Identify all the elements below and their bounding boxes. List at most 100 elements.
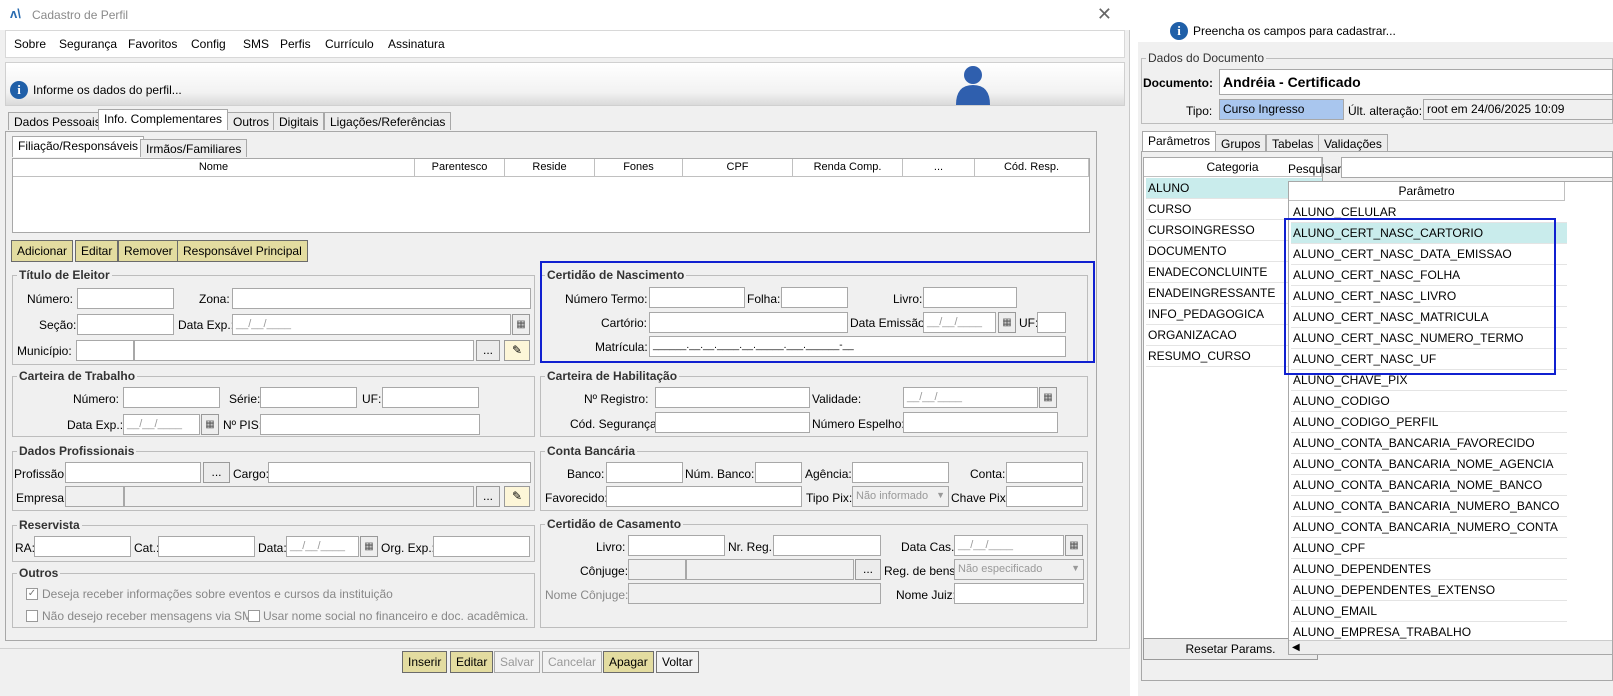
cargo-input[interactable] (268, 462, 531, 483)
tipo-pix-select[interactable]: Não informado ▼ (852, 486, 949, 507)
conta-input[interactable] (1006, 462, 1083, 483)
municipio-search-button[interactable]: ... (476, 340, 500, 361)
responsaveis-grid[interactable]: Nome Parentesco Reside Fones CPF Renda C… (12, 158, 1090, 233)
param-item[interactable]: ALUNO_CONTA_BANCARIA_NUMERO_BANCO (1291, 496, 1567, 517)
calendar-icon[interactable]: ▦ (1039, 387, 1057, 408)
tab-ligacoes[interactable]: Ligações/Referências (324, 112, 452, 130)
param-item[interactable]: ALUNO_DEPENDENTES_EXTENSO (1291, 580, 1567, 601)
ct-pis-input[interactable] (260, 414, 480, 435)
nome-conjuge-input[interactable] (628, 583, 881, 604)
cancelar-button[interactable]: Cancelar (542, 651, 603, 673)
param-item[interactable]: ALUNO_EMAIL (1291, 601, 1567, 622)
validade-input[interactable]: __/__/____ (903, 387, 1038, 408)
ct-data-exp-input[interactable]: __/__/____ (123, 414, 200, 435)
nome-social-checkbox[interactable] (248, 610, 260, 622)
reservista-data-input[interactable]: __/__/____ (286, 536, 359, 557)
titulo-secao-input[interactable] (77, 314, 174, 335)
conjuge-name-input[interactable] (686, 559, 854, 580)
edit-pencil-icon[interactable]: ✎ (504, 486, 530, 507)
org-exp-input[interactable] (433, 536, 530, 557)
menu-sobre[interactable]: Sobre (14, 37, 46, 51)
tab-dados-pessoais[interactable]: Dados Pessoais (8, 112, 107, 130)
profissao-search-button[interactable]: ... (203, 462, 230, 483)
ra-input[interactable] (34, 536, 131, 557)
espelho-input[interactable] (903, 412, 1058, 433)
conjuge-search-button[interactable]: ... (855, 559, 881, 580)
profissao-input[interactable] (65, 462, 201, 483)
titulo-zona-input[interactable] (232, 288, 531, 309)
col-parentesco[interactable]: Parentesco (415, 159, 505, 177)
cat-input[interactable] (158, 536, 255, 557)
tab-outros[interactable]: Outros (227, 112, 276, 130)
apagar-button[interactable]: Apagar (603, 651, 654, 673)
param-item[interactable]: ALUNO_CODIGO (1291, 391, 1567, 412)
empresa-name-input[interactable] (124, 486, 474, 507)
param-item[interactable]: ALUNO_CONTA_BANCARIA_NOME_AGENCIA (1291, 454, 1567, 475)
subtab-irmaos[interactable]: Irmãos/Familiares (140, 139, 248, 157)
tab-parametros[interactable]: Parâmetros (1142, 131, 1217, 152)
menu-config[interactable]: Config (191, 37, 226, 51)
param-item[interactable]: ALUNO_DEPENDENTES (1291, 559, 1567, 580)
editar-button[interactable]: Editar (450, 651, 494, 673)
reg-bens-select[interactable]: Não especificado ▼ (954, 559, 1084, 580)
menu-curriculo[interactable]: Currículo (325, 37, 374, 51)
col-renda[interactable]: Renda Comp. (793, 159, 903, 177)
subtab-filiacao[interactable]: Filiação/Responsáveis (12, 136, 145, 157)
titulo-numero-input[interactable] (77, 288, 174, 309)
edit-pencil-icon[interactable]: ✎ (504, 340, 530, 361)
adicionar-button[interactable]: Adicionar (11, 240, 74, 262)
param-item[interactable]: ALUNO_CPF (1291, 538, 1567, 559)
col-fones[interactable]: Fones (595, 159, 683, 177)
calendar-icon[interactable]: ▦ (1065, 535, 1083, 556)
col-nome[interactable]: Nome (13, 159, 415, 177)
tab-validacoes[interactable]: Validações (1318, 134, 1388, 152)
documento-input[interactable]: Andréia - Certificado (1219, 69, 1613, 95)
municipio-name-input[interactable] (134, 340, 474, 361)
menu-sms[interactable]: SMS (243, 37, 269, 51)
registro-input[interactable] (655, 387, 810, 408)
empresa-search-button[interactable]: ... (476, 486, 500, 507)
param-item[interactable]: ALUNO_CONTA_BANCARIA_NUMERO_CONTA (1291, 517, 1567, 538)
param-item[interactable]: ALUNO_CODIGO_PERFIL (1291, 412, 1567, 433)
scroll-left-icon[interactable]: ◀ (1292, 642, 1300, 653)
salvar-button[interactable]: Salvar (494, 651, 541, 673)
cod-seg-input[interactable] (655, 412, 810, 433)
empresa-code-input[interactable] (65, 486, 124, 507)
close-icon[interactable]: ✕ (1097, 4, 1112, 25)
parameter-header[interactable]: Parâmetro (1289, 182, 1565, 201)
nr-reg-input[interactable] (773, 535, 881, 556)
banco-input[interactable] (606, 462, 683, 483)
calendar-icon[interactable]: ▦ (360, 536, 378, 557)
nome-juiz-input[interactable] (954, 583, 1084, 604)
agencia-input[interactable] (852, 462, 949, 483)
tab-tabelas[interactable]: Tabelas (1266, 134, 1320, 152)
menu-favoritos[interactable]: Favoritos (128, 37, 177, 51)
calendar-icon[interactable]: ▦ (512, 314, 530, 335)
sms-checkbox[interactable] (26, 610, 38, 622)
param-item[interactable]: ALUNO_CONTA_BANCARIA_FAVORECIDO (1291, 433, 1567, 454)
tab-digitais[interactable]: Digitais (273, 112, 325, 130)
titulo-data-exp-input[interactable]: __/__/____ (232, 314, 511, 335)
ct-serie-input[interactable] (260, 387, 357, 408)
voltar-button[interactable]: Voltar (656, 651, 699, 673)
conjuge-code-input[interactable] (628, 559, 686, 580)
param-item[interactable]: ALUNO_CONTA_BANCARIA_NOME_BANCO (1291, 475, 1567, 496)
remover-button[interactable]: Remover (118, 240, 179, 262)
tab-grupos[interactable]: Grupos (1215, 134, 1267, 152)
col-cpf[interactable]: CPF (683, 159, 793, 177)
col-cod-resp[interactable]: Cód. Resp. (975, 159, 1089, 177)
calendar-icon[interactable]: ▦ (201, 414, 219, 435)
municipio-code-input[interactable] (76, 340, 134, 361)
col-reside[interactable]: Reside (505, 159, 595, 177)
pesquisar-input[interactable] (1341, 157, 1613, 178)
menu-assinatura[interactable]: Assinatura (388, 37, 445, 51)
inserir-button[interactable]: Inserir (402, 651, 448, 673)
tab-info-complementares[interactable]: Info. Complementares (98, 109, 229, 130)
ct-numero-input[interactable] (123, 387, 220, 408)
favorecido-input[interactable] (606, 486, 802, 507)
num-banco-input[interactable] (755, 462, 802, 483)
tipo-input[interactable]: Curso Ingresso (1219, 99, 1344, 120)
cas-livro-input[interactable] (628, 535, 725, 556)
horizontal-scrollbar[interactable]: ◀ (1289, 640, 1612, 654)
data-cas-input[interactable]: __/__/____ (954, 535, 1064, 556)
